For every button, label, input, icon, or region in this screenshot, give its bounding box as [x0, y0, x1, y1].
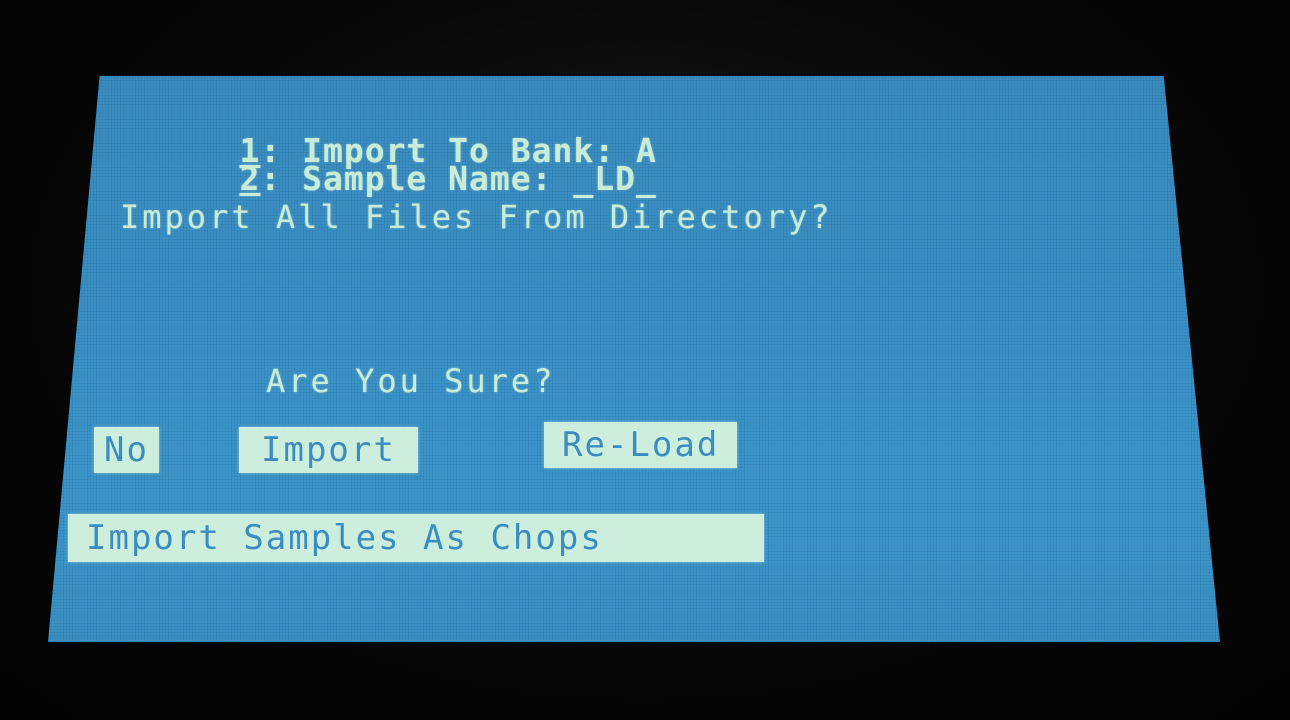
- param-number-2: 2: [239, 159, 261, 198]
- import-as-chops-button[interactable]: Import Samples As Chops: [68, 514, 764, 562]
- sample-name-parameter-text: : Sample Name: _LD_: [260, 159, 657, 198]
- reload-button[interactable]: Re-Load: [544, 422, 738, 468]
- lcd-screen: 1: Import To Bank: A 2: Sample Name: _LD…: [48, 76, 1220, 642]
- import-prompt: Import All Files From Directory?: [120, 198, 833, 236]
- confirm-prompt: Are You Sure?: [266, 362, 556, 400]
- no-button[interactable]: No: [94, 427, 159, 473]
- import-button[interactable]: Import: [239, 427, 418, 473]
